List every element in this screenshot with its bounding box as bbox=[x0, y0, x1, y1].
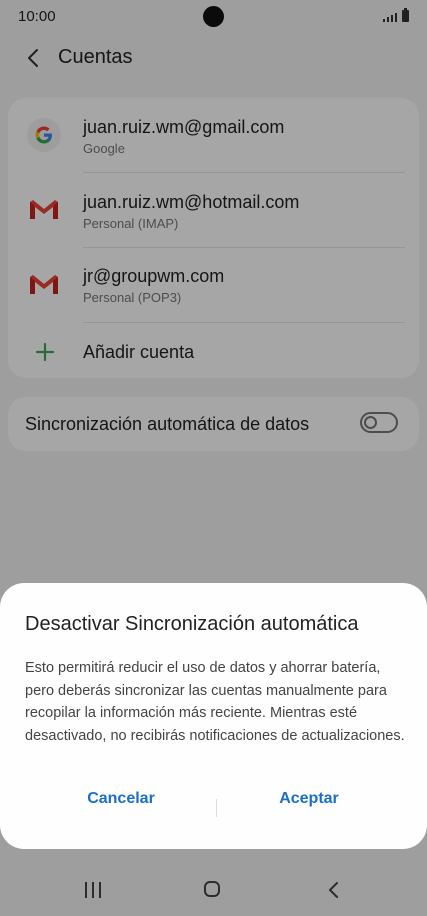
cancel-button[interactable]: Cancelar bbox=[31, 790, 211, 808]
android-screen: 10:00 Cuentas juan.ruiz.wm@gmail.com Goo… bbox=[0, 0, 427, 916]
dialog-title: Desactivar Sincronización automática bbox=[25, 613, 359, 635]
accept-button[interactable]: Aceptar bbox=[219, 790, 399, 808]
dialog-message: Esto permitirá reducir el uso de datos y… bbox=[25, 660, 405, 744]
disable-sync-dialog: Desactivar Sincronización automática Est… bbox=[0, 583, 427, 849]
button-divider bbox=[216, 799, 217, 817]
